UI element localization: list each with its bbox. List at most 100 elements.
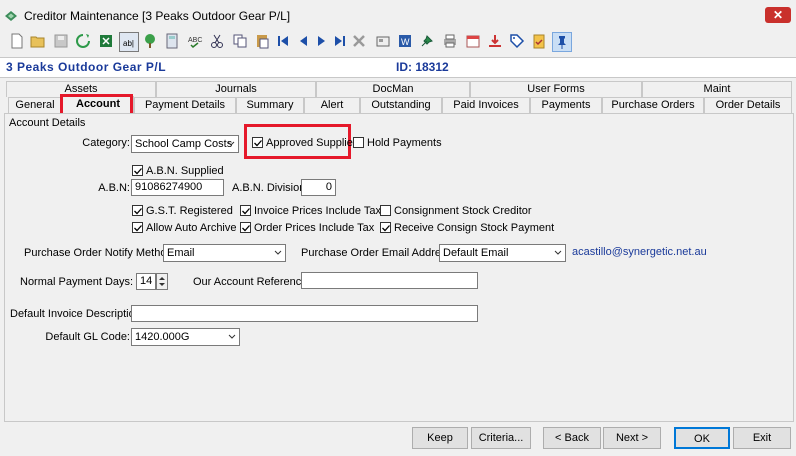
copy-icon[interactable] <box>231 32 249 50</box>
abn-supplied-label: A.B.N. Supplied <box>146 165 224 177</box>
creditor-name: 3 Peaks Outdoor Gear P/L <box>6 60 167 74</box>
category-value: School Camp Costs <box>135 138 233 150</box>
abn-division-label: A.B.N. Division: <box>232 182 309 194</box>
chevron-down-icon <box>228 334 236 339</box>
clipboard-icon[interactable] <box>530 32 548 50</box>
account-panel <box>4 113 794 422</box>
account-ref-input[interactable] <box>301 272 478 289</box>
payment-days-input[interactable]: 14 <box>136 273 156 290</box>
payment-days-stepper[interactable] <box>156 273 168 290</box>
tab-purchase-orders[interactable]: Purchase Orders <box>602 97 704 113</box>
tree-icon[interactable] <box>141 32 159 50</box>
chevron-down-icon <box>274 250 282 255</box>
creditor-id: ID: 18312 <box>396 60 449 74</box>
tab-order-details[interactable]: Order Details <box>704 97 792 113</box>
tab-paid-invoices[interactable]: Paid Invoices <box>442 97 530 113</box>
account-ref-label: Our Account Reference: <box>193 276 311 288</box>
print-icon[interactable] <box>441 32 459 50</box>
prev-icon[interactable] <box>294 32 312 50</box>
tab-payment-details[interactable]: Payment Details <box>134 97 236 113</box>
close-button[interactable]: ✕ <box>765 7 791 23</box>
po-notify-label: Purchase Order Notify Method: <box>24 247 176 259</box>
open-icon[interactable] <box>29 32 47 50</box>
invoice-prices-checkbox[interactable] <box>240 205 251 216</box>
pin-icon[interactable] <box>418 32 436 50</box>
auto-archive-checkbox[interactable] <box>132 222 143 233</box>
cut-icon[interactable] <box>208 32 226 50</box>
gl-code-label: Default GL Code: <box>45 331 130 343</box>
download-icon[interactable] <box>486 32 504 50</box>
tab-maint[interactable]: Maint <box>642 81 792 97</box>
next-icon[interactable] <box>313 32 331 50</box>
exit-button[interactable]: Exit <box>733 427 791 449</box>
tab-docman[interactable]: DocMan <box>316 81 470 97</box>
gst-registered-label: G.S.T. Registered <box>146 205 233 217</box>
new-icon[interactable] <box>8 32 26 50</box>
hold-payments-checkbox[interactable] <box>353 137 364 148</box>
check-icon <box>134 208 142 215</box>
keep-button[interactable]: Keep <box>412 427 468 449</box>
approved-supplier-checkbox[interactable] <box>252 137 263 148</box>
word-icon[interactable]: W <box>396 32 414 50</box>
tab-general[interactable]: General <box>8 97 62 113</box>
save-icon[interactable] <box>52 32 70 50</box>
po-notify-value: Email <box>167 247 195 259</box>
ok-button[interactable]: OK <box>674 427 730 449</box>
consignment-checkbox[interactable] <box>380 205 391 216</box>
spell-check-icon[interactable]: ABC <box>186 32 204 50</box>
po-email-value: Default Email <box>443 247 509 259</box>
check-icon <box>382 225 390 232</box>
tab-summary[interactable]: Summary <box>236 97 304 113</box>
receive-consign-checkbox[interactable] <box>380 222 391 233</box>
paste-icon[interactable] <box>253 32 271 50</box>
refresh-icon[interactable] <box>74 32 92 50</box>
abn-division-input[interactable]: 0 <box>301 179 336 196</box>
chevron-down-icon <box>554 250 562 255</box>
chevron-down-icon <box>227 141 235 146</box>
delete-icon[interactable] <box>350 32 368 50</box>
gl-code-select[interactable]: 1420.000G <box>131 328 240 346</box>
criteria-button[interactable]: Criteria... <box>471 427 531 449</box>
app-icon <box>4 10 18 22</box>
calculator-icon[interactable] <box>163 32 181 50</box>
order-prices-label: Order Prices Include Tax <box>254 222 375 234</box>
pin-active-icon[interactable] <box>552 32 572 52</box>
last-icon[interactable] <box>331 32 349 50</box>
tag-icon[interactable] <box>508 32 526 50</box>
next-button[interactable]: Next > <box>603 427 661 449</box>
tab-payments[interactable]: Payments <box>530 97 602 113</box>
tab-user-forms[interactable]: User Forms <box>470 81 642 97</box>
tab-outstanding[interactable]: Outstanding <box>360 97 442 113</box>
calendar-icon[interactable] <box>464 32 482 50</box>
text-field-icon[interactable]: ab| <box>119 32 139 52</box>
abn-supplied-checkbox[interactable] <box>132 165 143 176</box>
abn-label: A.B.N: <box>98 182 130 194</box>
check-icon <box>254 140 262 147</box>
gl-code-value: 1420.000G <box>135 331 190 343</box>
invoice-desc-input[interactable] <box>131 305 478 322</box>
abn-input[interactable]: 91086274900 <box>131 179 224 196</box>
check-icon <box>134 225 142 232</box>
gst-registered-checkbox[interactable] <box>132 205 143 216</box>
first-icon[interactable] <box>274 32 292 50</box>
svg-text:W: W <box>401 37 410 47</box>
tab-journals[interactable]: Journals <box>156 81 316 97</box>
hold-payments-label: Hold Payments <box>367 137 442 149</box>
invoice-prices-label: Invoice Prices Include Tax <box>254 205 381 217</box>
approved-supplier-label: Approved Supplier <box>266 137 357 149</box>
check-icon <box>134 168 142 175</box>
po-notify-select[interactable]: Email <box>163 244 286 262</box>
invoice-desc-label: Default Invoice Description: <box>10 308 144 320</box>
auto-archive-label: Allow Auto Archive <box>146 222 237 234</box>
back-button[interactable]: < Back <box>543 427 601 449</box>
po-email-link[interactable]: acastillo@synergetic.net.au <box>572 246 707 258</box>
svg-text:ab|: ab| <box>123 39 134 48</box>
order-prices-checkbox[interactable] <box>240 222 251 233</box>
card-icon[interactable] <box>374 32 392 50</box>
excel-icon[interactable] <box>97 32 115 50</box>
tab-alert[interactable]: Alert <box>304 97 360 113</box>
category-select[interactable]: School Camp Costs <box>131 135 239 153</box>
receive-consign-label: Receive Consign Stock Payment <box>394 222 555 234</box>
po-email-select[interactable]: Default Email <box>439 244 566 262</box>
payment-days-label: Normal Payment Days: <box>20 276 134 288</box>
